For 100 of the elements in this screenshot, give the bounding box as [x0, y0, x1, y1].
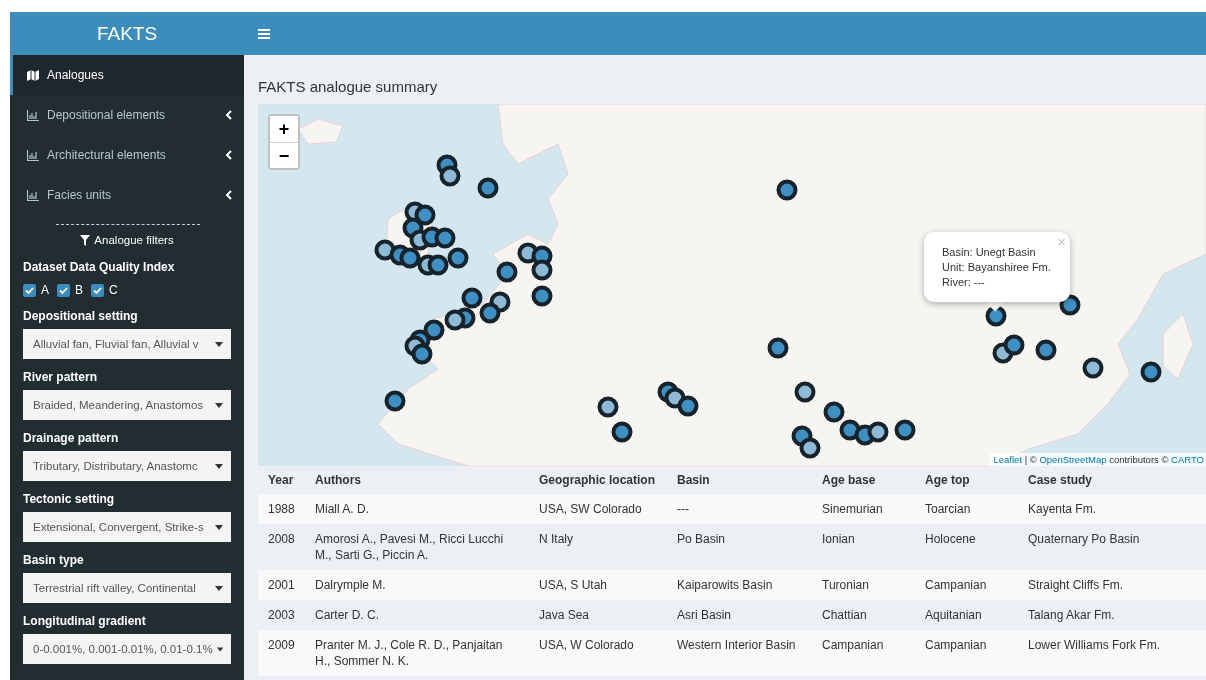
filter-label: River pattern	[22, 370, 99, 384]
table-cell: Toarcian	[915, 494, 1018, 524]
filter-label: Dataset Data Quality Index	[22, 260, 176, 274]
table-cell: Western Interior Basin	[667, 630, 812, 676]
app-logo: FAKTS	[10, 12, 244, 55]
map-marker[interactable]	[794, 381, 816, 403]
attribution-link[interactable]: Leaflet	[993, 454, 1023, 465]
table-cell: Chattian	[812, 600, 915, 630]
table-cell: Amorosi A., Pavesi M., Ricci Lucchi M., Sarti G., Piccin A.	[305, 524, 529, 570]
sidebar-item[interactable]: Depositional elements	[10, 95, 244, 135]
table-cell: Po Basin	[667, 524, 812, 570]
table-cell: Sinemurian	[812, 494, 915, 524]
table-cell: 2003	[258, 600, 305, 630]
table-cell: Holocene	[915, 524, 1018, 570]
checkbox-label: A	[41, 283, 49, 297]
map-marker[interactable]	[399, 247, 421, 269]
chevron-left-icon	[225, 110, 232, 120]
map-marker[interactable]	[799, 437, 821, 459]
map-marker[interactable]	[427, 254, 449, 276]
bar-chart-icon	[27, 109, 39, 121]
checkbox-label: C	[109, 283, 118, 297]
checkbox[interactable]	[57, 283, 70, 297]
table-cell: Kayenta Fm.	[1018, 494, 1206, 524]
sidebar-item[interactable]: Facies units	[10, 175, 244, 215]
map-marker[interactable]	[611, 421, 633, 443]
map-marker[interactable]	[411, 343, 433, 365]
map-marker[interactable]	[677, 395, 699, 417]
map-marker[interactable]	[1035, 339, 1057, 361]
table-cell: 1988	[258, 494, 305, 524]
map-marker[interactable]	[894, 419, 916, 441]
map-marker[interactable]	[597, 396, 619, 418]
map-marker[interactable]	[447, 247, 469, 269]
map-marker[interactable]	[439, 165, 461, 187]
table-cell: USA, SW Colorado	[529, 494, 667, 524]
table-cell: Campanian	[915, 570, 1018, 600]
map-marker[interactable]	[496, 261, 518, 283]
map-marker[interactable]	[867, 421, 889, 443]
table-cell: ---	[667, 494, 812, 524]
map-marker[interactable]	[1003, 334, 1025, 356]
checkbox[interactable]	[23, 283, 36, 297]
caret-icon	[215, 524, 223, 530]
dropdown[interactable]: 0-0.001%, 0.001-0.01%, 0.01-0.1%	[23, 634, 231, 664]
table-cell: Miall A. D.	[305, 494, 529, 524]
attribution-link[interactable]: CARTO	[1171, 454, 1204, 465]
dropdown[interactable]: Braided, Meandering, Anastomos	[23, 390, 231, 420]
table-cell: Asri Basin	[667, 600, 812, 630]
map-marker[interactable]	[776, 179, 798, 201]
map-marker[interactable]	[444, 309, 466, 331]
map-icon	[27, 69, 39, 81]
map-attribution: Leaflet | © OpenStreetMap contributors © CARTO	[989, 453, 1206, 466]
table-cell: N Italy	[529, 524, 667, 570]
table-cell: Talang Akar Fm.	[1018, 600, 1206, 630]
dropdown[interactable]: Alluvial fan, Fluvial fan, Alluvial v	[23, 329, 231, 359]
map-marker[interactable]	[531, 285, 553, 307]
table-cell: Campanian	[812, 630, 915, 676]
checkbox[interactable]	[91, 283, 105, 297]
filter-label: Longitudinal gradient	[22, 614, 147, 628]
checkbox-label: B	[75, 283, 84, 297]
map-marker[interactable]	[477, 177, 499, 199]
map-marker[interactable]	[531, 259, 553, 281]
bar-chart-icon	[27, 189, 39, 201]
map-marker[interactable]	[479, 302, 501, 324]
popup-text: Unit: Bayanshiree Fm.	[942, 260, 1052, 275]
filter-label: Basin type	[22, 553, 85, 567]
map-marker[interactable]	[434, 227, 456, 249]
map-marker[interactable]	[461, 287, 483, 309]
map-marker[interactable]	[767, 337, 789, 359]
map-marker[interactable]	[823, 401, 845, 423]
map-marker[interactable]	[423, 319, 445, 341]
table-cell: Carter D. C.	[305, 600, 529, 630]
table-cell: Ionian	[812, 524, 915, 570]
table-cell: Aquitanian	[915, 600, 1018, 630]
table-cell: USA, S Utah	[529, 570, 667, 600]
table-cell: 2009	[258, 630, 305, 676]
table-cell: USA, W Colorado	[529, 630, 667, 676]
map-marker[interactable]	[1082, 357, 1104, 379]
dropdown[interactable]: Terrestrial rift valley, Continental	[23, 573, 231, 603]
sidebar-item[interactable]: Analogues	[10, 55, 244, 95]
map-marker[interactable]	[384, 390, 406, 412]
menu-icon[interactable]	[258, 28, 270, 39]
filter-label: Depositional setting	[22, 309, 139, 323]
table-cell: Turonian	[812, 570, 915, 600]
table-cell: Pranter M. J., Cole R. D., Panjaitan H., Sommer N. K.	[305, 630, 529, 676]
popup-text: Basin: Unegt Basin	[942, 245, 1037, 260]
attribution-link[interactable]: OpenStreetMap	[1039, 454, 1107, 465]
table-cell: Lower Williams Fork Fm.	[1018, 630, 1206, 676]
dropdown[interactable]: Tributary, Distributary, Anastomc	[23, 451, 231, 481]
sidebar-item[interactable]: Architectural elements	[10, 135, 244, 175]
caret-icon	[215, 585, 223, 591]
zoom-out-button[interactable]: −	[270, 142, 298, 168]
table-cell: 2001	[258, 570, 305, 600]
dropdown[interactable]: Extensional, Convergent, Strike-s	[23, 512, 231, 542]
chevron-left-icon	[225, 190, 232, 200]
map-marker[interactable]	[414, 204, 436, 226]
table-cell: Dalrymple M.	[305, 570, 529, 600]
popup-text: River: ---	[942, 275, 986, 290]
table-cell: Kaiparowits Basin	[667, 570, 812, 600]
map-marker[interactable]	[1140, 361, 1162, 383]
table-cell: Campanian	[915, 630, 1018, 676]
filters-heading: Analogue filters	[94, 234, 174, 246]
